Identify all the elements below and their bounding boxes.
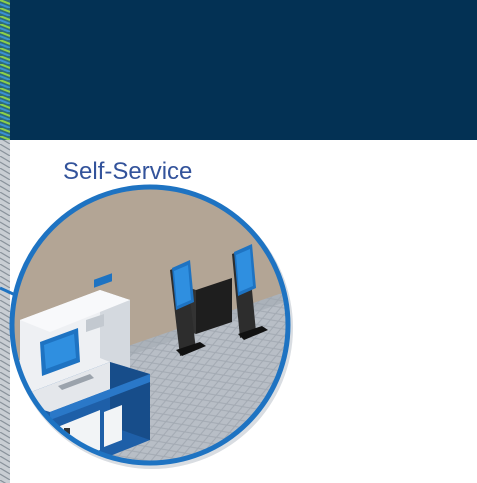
scene xyxy=(12,187,288,463)
self-service-kiosks-illustration xyxy=(0,184,293,469)
slide-canvas: Self-Service xyxy=(0,0,477,483)
header-banner xyxy=(10,0,477,140)
